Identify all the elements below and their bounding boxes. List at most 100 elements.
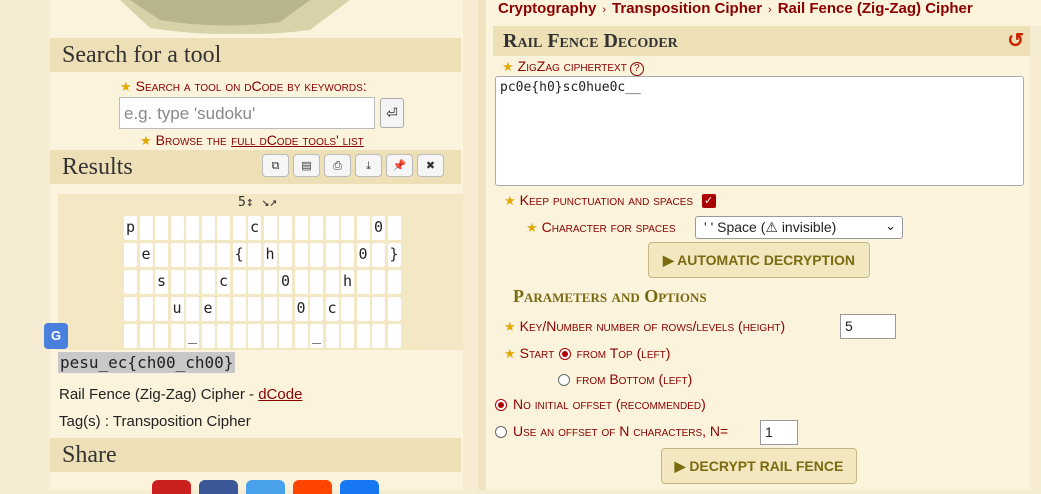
rail-cell (372, 270, 385, 294)
archive-icon[interactable]: ▤ (293, 154, 320, 177)
close-icon[interactable]: ✖ (417, 154, 444, 177)
cipher-name: Rail Fence (Zig-Zag) Cipher - (59, 386, 259, 403)
rail-cell (201, 270, 215, 294)
star-icon: ★ (504, 346, 516, 361)
start-top-radio[interactable] (558, 347, 571, 360)
copy-icon[interactable]: ⧉ (262, 154, 289, 177)
char-spaces-label: ★ Character for spaces (526, 219, 676, 235)
share-button[interactable] (246, 480, 285, 494)
print-icon[interactable]: ⎙ (324, 154, 351, 177)
search-input[interactable]: e.g. type 'sudoku' (119, 97, 375, 129)
rail-cell (325, 324, 339, 348)
rail-cell (279, 324, 292, 348)
rail-cell (232, 297, 246, 321)
decrypted-result: pesu_ec{ch00_ch00} (58, 352, 236, 373)
rail-cell (217, 324, 230, 348)
start-top-option: ★ Start from Top (left) (504, 345, 670, 363)
rail-cell (279, 243, 292, 267)
space-character-select[interactable]: ' ' Space (⚠ invisible) ⌄ (695, 216, 903, 239)
rail-cell (387, 297, 401, 321)
rail-cell (186, 216, 199, 240)
rail-cell (170, 216, 184, 240)
no-offset-radio[interactable] (495, 398, 507, 411)
rail-cell (170, 243, 184, 267)
rail-cell (124, 324, 137, 348)
breadcrumb-separator: › (768, 4, 772, 16)
rail-cell (217, 243, 230, 267)
share-button[interactable] (199, 480, 238, 494)
rail-cell (372, 324, 385, 348)
ciphertext-textarea[interactable]: pc0e{h0}sc0hue0c__ (495, 76, 1024, 186)
star-icon: ★ (504, 193, 516, 208)
rail-cell: e (139, 243, 153, 267)
share-buttons (152, 480, 379, 494)
rail-cell (356, 216, 370, 240)
search-section-heading: Search for a tool (50, 38, 461, 72)
rail-cell (139, 270, 153, 294)
rail-cell (186, 243, 199, 267)
download-icon[interactable]: ⤓ (355, 154, 382, 177)
offset-input[interactable]: 1 (760, 420, 798, 445)
right-margin (1030, 26, 1041, 490)
star-icon: ★ (526, 220, 538, 235)
share-button[interactable] (293, 480, 332, 494)
rail-grid-header: 5↕ ↘↗ (238, 195, 278, 210)
rail-cell (310, 243, 323, 267)
rail-cell (263, 324, 277, 348)
rail-cell (155, 243, 168, 267)
rail-cell (201, 324, 215, 348)
pin-icon[interactable]: 📌 (386, 154, 413, 177)
breadcrumb-item-cryptography[interactable]: Cryptography (498, 0, 596, 17)
start-bottom-label: from Bottom (left) (576, 371, 693, 387)
key-label: ★ Key/Number number of rows/levels (heigh… (504, 318, 786, 334)
dcode-link[interactable]: dCode (258, 386, 302, 403)
cipher-attribution: Rail Fence (Zig-Zag) Cipher - dCode (59, 386, 302, 403)
translate-icon[interactable]: G (44, 323, 68, 349)
header-illustration (120, 0, 350, 34)
rail-cell: e (201, 297, 215, 321)
rail-cell (248, 324, 261, 348)
rail-cell: 0 (279, 270, 292, 294)
rail-cell (356, 324, 370, 348)
breadcrumb-item-transposition[interactable]: Transposition Cipher (612, 0, 762, 17)
rail-cell: _ (310, 324, 323, 348)
rail-cell: _ (186, 324, 199, 348)
rail-cell (124, 270, 137, 294)
decrypt-rail-fence-button[interactable]: ▶ DECRYPT RAIL FENCE (661, 448, 857, 484)
rail-cell (356, 270, 370, 294)
search-submit-button[interactable]: ⏎ (380, 98, 404, 128)
reset-icon[interactable]: ↺ (1007, 26, 1024, 56)
browse-prefix: Browse the (155, 132, 227, 148)
rail-cell (248, 297, 261, 321)
automatic-decryption-button[interactable]: ▶ AUTOMATIC DECRYPTION (648, 242, 870, 278)
use-offset-radio[interactable] (495, 425, 507, 438)
rail-cell (310, 297, 323, 321)
start-bottom-radio[interactable] (558, 373, 570, 386)
rail-cell (294, 270, 308, 294)
browse-tools-link[interactable]: full dCode tools' list (231, 132, 364, 148)
start-bottom-option: from Bottom (left) (558, 371, 692, 389)
share-button[interactable] (152, 480, 191, 494)
star-icon: ★ (502, 59, 514, 74)
star-icon: ★ (140, 133, 152, 148)
results-toolbar: ⧉ ▤ ⎙ ⤓ 📌 ✖ (262, 154, 444, 177)
rail-cell (294, 243, 308, 267)
search-label: ★ Search a tool on dCode by keywords: (120, 78, 367, 94)
rail-cell (325, 243, 339, 267)
help-icon[interactable]: ? (629, 62, 644, 76)
star-icon: ★ (504, 319, 516, 334)
browse-line: ★ Browse the full dCode tools' list (140, 132, 364, 150)
rail-cell: s (155, 270, 168, 294)
rail-cell (232, 216, 246, 240)
keep-punctuation-checkbox[interactable]: ✓ (701, 193, 716, 208)
rail-cell (325, 216, 339, 240)
rail-cell (310, 270, 323, 294)
rail-cell (325, 270, 339, 294)
share-button[interactable] (340, 480, 379, 494)
tags-line: Tag(s) : Transposition Cipher (59, 413, 251, 430)
breadcrumb-item-rail-fence[interactable]: Rail Fence (Zig-Zag) Cipher (778, 0, 973, 17)
key-height-input[interactable]: 5 (840, 314, 896, 339)
no-offset-label: No initial offset (recommended) (513, 396, 706, 412)
rail-cell (155, 216, 168, 240)
no-offset-option: No initial offset (recommended) (495, 396, 706, 414)
